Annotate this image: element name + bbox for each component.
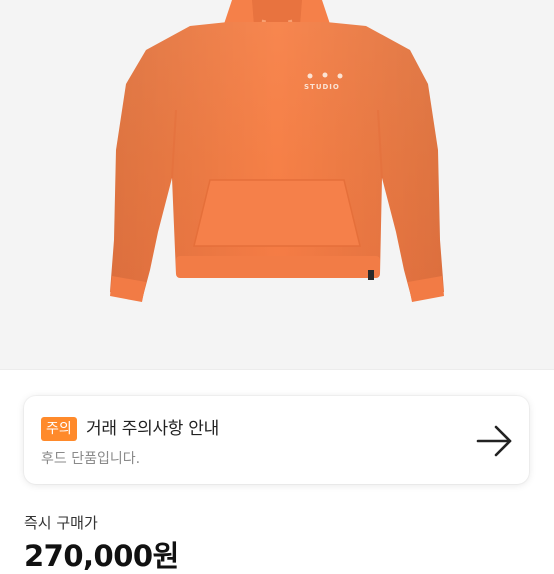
notice-title: 거래 주의사항 안내 xyxy=(86,419,219,439)
product-image[interactable]: STUDIO xyxy=(0,0,554,369)
instant-buy-price: 270,000원 xyxy=(24,539,179,573)
trade-notice-card[interactable]: 주의 거래 주의사항 안내 후드 단품입니다. xyxy=(24,396,529,484)
arrow-right-icon[interactable] xyxy=(476,424,514,458)
hoodie-print-text: STUDIO xyxy=(304,83,340,91)
divider xyxy=(0,369,554,370)
notice-subtitle: 후드 단품입니다. xyxy=(41,451,141,467)
hoodie-image xyxy=(110,0,444,302)
warning-badge: 주의 xyxy=(41,417,77,441)
instant-buy-label: 즉시 구매가 xyxy=(24,514,98,532)
